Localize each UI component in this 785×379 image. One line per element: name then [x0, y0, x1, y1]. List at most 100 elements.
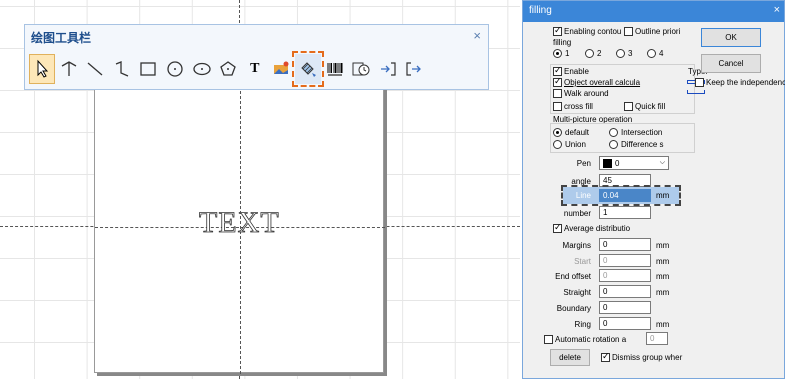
number-input[interactable]: 1	[599, 206, 651, 219]
multi-difference-radio[interactable]: Difference s	[609, 140, 664, 149]
dialog-title: filling	[529, 5, 552, 16]
walk-around-checkbox[interactable]: Walk around	[553, 89, 609, 98]
radio-label: default	[565, 128, 590, 137]
radio-dot	[647, 49, 656, 58]
multi-default-radio[interactable]: default	[553, 128, 589, 137]
radio-dot	[553, 49, 562, 58]
barcode-icon[interactable]	[322, 54, 348, 84]
output-port-icon[interactable]	[401, 54, 427, 84]
curve-icon[interactable]	[109, 54, 135, 84]
margins-label: Margins	[562, 241, 591, 250]
outlined-text-object[interactable]: TEXT	[199, 206, 280, 240]
multi-union-radio[interactable]: Union	[553, 140, 586, 149]
radio-dot	[616, 49, 625, 58]
select-arrow-icon[interactable]	[29, 54, 55, 84]
type-style-2-icon[interactable]	[687, 90, 705, 94]
ring-input[interactable]: 0	[599, 317, 651, 330]
timer-icon[interactable]	[348, 54, 374, 84]
radio-label: 1	[565, 49, 570, 58]
checkbox-box	[553, 102, 562, 111]
object-overall-checkbox[interactable]: Object overall calcula	[553, 76, 641, 87]
pen-select[interactable]: 0 ⌵	[599, 156, 669, 170]
rectangle-icon[interactable]	[135, 54, 161, 84]
circle-icon[interactable]	[162, 54, 188, 84]
filling-radio-4[interactable]: 4	[647, 49, 663, 58]
cross-fill-checkbox[interactable]: cross fill	[553, 102, 593, 111]
checkbox-label: Keep the independence	[706, 78, 785, 87]
angle-input[interactable]: 45	[599, 174, 651, 187]
checkbox-box	[553, 89, 562, 98]
dismiss-group-checkbox[interactable]: Dismiss group wher	[601, 351, 683, 362]
checkbox-box	[544, 335, 553, 344]
radio-label: Intersection	[621, 128, 663, 137]
toolbar-tools: T	[29, 51, 428, 87]
dialog-titlebar: filling ×	[523, 1, 784, 22]
input-port-icon[interactable]	[375, 54, 401, 84]
checkbox-label: Average distributio	[564, 224, 631, 233]
checkbox-box	[553, 222, 562, 233]
keep-independence-checkbox[interactable]: Keep the independence	[695, 78, 785, 87]
checkbox-box	[553, 25, 562, 36]
filling-radio-1[interactable]: 1	[553, 49, 569, 58]
quick-fill-checkbox[interactable]: Quick fill	[624, 102, 665, 111]
checkbox-label: Object overall calcula	[564, 78, 641, 87]
filling-dialog: filling × Enabling contou Outline priori…	[522, 0, 785, 379]
enabling-contour-checkbox[interactable]: Enabling contou	[553, 25, 621, 36]
checkbox-label: Enable	[564, 67, 589, 76]
start-unit: mm	[656, 257, 670, 266]
auto-rotation-input[interactable]: 0	[646, 332, 668, 345]
pen-color-swatch	[603, 158, 612, 168]
checkbox-box	[695, 78, 704, 87]
dialog-close-icon[interactable]: ×	[774, 4, 780, 16]
checkbox-box	[601, 351, 610, 362]
auto-rotation-checkbox[interactable]: Automatic rotation a	[544, 335, 626, 344]
toolbar-close-icon[interactable]: ×	[473, 28, 481, 43]
straight-input[interactable]: 0	[599, 285, 651, 298]
polygon-icon[interactable]	[215, 54, 241, 84]
line-input[interactable]: 0.04	[599, 189, 651, 202]
image-icon[interactable]	[268, 54, 294, 84]
outline-priority-checkbox[interactable]: Outline priori	[624, 27, 680, 36]
radio-label: 3	[628, 49, 633, 58]
ring-label: Ring	[574, 320, 591, 329]
filling-radio-2[interactable]: 2	[585, 49, 601, 58]
filling-group-label: filling	[553, 38, 572, 47]
enable-checkbox[interactable]: Enable	[553, 65, 589, 76]
average-distribution-checkbox[interactable]: Average distributio	[553, 222, 631, 233]
angle-label: angle	[571, 177, 591, 186]
checkbox-label: Dismiss group wher	[612, 353, 683, 362]
pen-value: 0	[615, 158, 620, 168]
start-label: Start	[574, 257, 591, 266]
checkbox-label: cross fill	[564, 102, 593, 111]
line-icon[interactable]	[82, 54, 108, 84]
straight-unit: mm	[656, 288, 670, 297]
line-label: Line	[575, 191, 591, 200]
radio-label: 4	[659, 49, 664, 58]
filling-radio-3[interactable]: 3	[616, 49, 632, 58]
chevron-down-icon: ⌵	[659, 159, 665, 166]
node-edit-icon[interactable]	[56, 54, 82, 84]
start-input[interactable]: 0	[599, 254, 651, 267]
fill-hatch-icon[interactable]	[291, 51, 324, 87]
radio-dot	[553, 128, 562, 137]
checkbox-label: Outline priori	[635, 27, 681, 36]
margins-input[interactable]: 0	[599, 238, 651, 251]
radio-label: Union	[565, 140, 586, 149]
end-offset-label: End offset	[555, 272, 591, 281]
ellipse-icon[interactable]	[189, 54, 215, 84]
checkbox-label: Automatic rotation a	[555, 335, 627, 344]
ok-button[interactable]: OK	[701, 28, 761, 47]
boundary-input[interactable]: 0	[599, 301, 651, 314]
radio-label: Difference s	[621, 140, 664, 149]
multi-intersection-radio[interactable]: Intersection	[609, 128, 662, 137]
end-offset-input[interactable]: 0	[599, 269, 651, 282]
cancel-button[interactable]: Cancel	[701, 54, 761, 73]
delete-button[interactable]: delete	[550, 349, 590, 366]
paper-page[interactable]: TEXT	[94, 85, 385, 374]
radio-dot	[609, 140, 618, 149]
number-label: number	[563, 209, 591, 218]
margins-unit: mm	[656, 241, 670, 250]
radio-label: 2	[597, 49, 602, 58]
text-icon[interactable]: T	[242, 54, 268, 84]
boundary-label: Boundary	[556, 304, 591, 313]
